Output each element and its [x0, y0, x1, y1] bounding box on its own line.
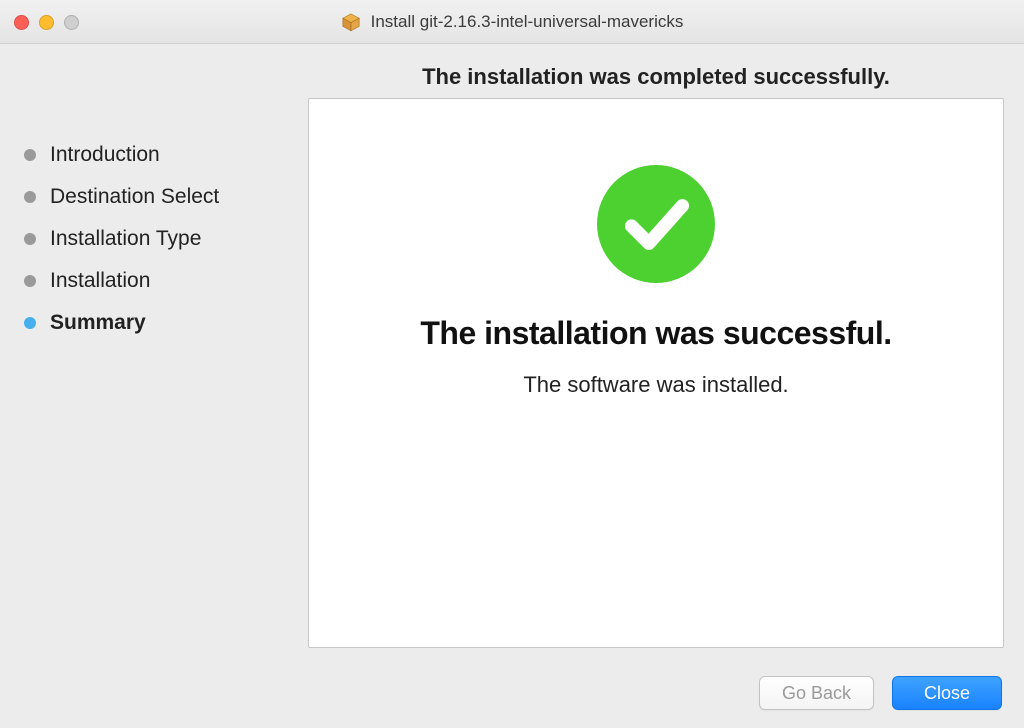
success-title: The installation was successful.	[420, 315, 891, 352]
close-window-button[interactable]	[14, 15, 29, 30]
step-label: Summary	[50, 311, 146, 335]
step-installation: Installation	[24, 260, 284, 302]
step-label: Destination Select	[50, 185, 219, 209]
installer-headline: The installation was completed successfu…	[308, 64, 1004, 90]
step-installation-type: Installation Type	[24, 218, 284, 260]
step-introduction: Introduction	[24, 134, 284, 176]
package-icon	[341, 12, 361, 32]
window-title: Install git-2.16.3-intel-universal-maver…	[371, 12, 684, 32]
bullet-icon	[24, 191, 36, 203]
bullet-icon	[24, 233, 36, 245]
bullet-icon	[24, 317, 36, 329]
window-controls	[14, 0, 79, 44]
success-checkmark-icon	[595, 163, 717, 285]
titlebar: Install git-2.16.3-intel-universal-maver…	[0, 0, 1024, 44]
step-label: Installation Type	[50, 227, 201, 251]
success-subtitle: The software was installed.	[523, 372, 788, 398]
footer-buttons: Go Back Close	[759, 676, 1002, 710]
summary-panel: The installation was successful. The sof…	[308, 98, 1004, 648]
bullet-icon	[24, 149, 36, 161]
window-title-area: Install git-2.16.3-intel-universal-maver…	[0, 12, 1024, 32]
step-label: Installation	[50, 269, 150, 293]
bullet-icon	[24, 275, 36, 287]
zoom-window-button	[64, 15, 79, 30]
go-back-button: Go Back	[759, 676, 874, 710]
content-area: The installation was completed successfu…	[0, 44, 1024, 728]
step-label: Introduction	[50, 143, 160, 167]
minimize-window-button[interactable]	[39, 15, 54, 30]
summary-panel-inner: The installation was successful. The sof…	[309, 99, 1003, 398]
step-destination-select: Destination Select	[24, 176, 284, 218]
step-summary: Summary	[24, 302, 284, 344]
steps-list: Introduction Destination Select Installa…	[24, 134, 284, 344]
close-button[interactable]: Close	[892, 676, 1002, 710]
